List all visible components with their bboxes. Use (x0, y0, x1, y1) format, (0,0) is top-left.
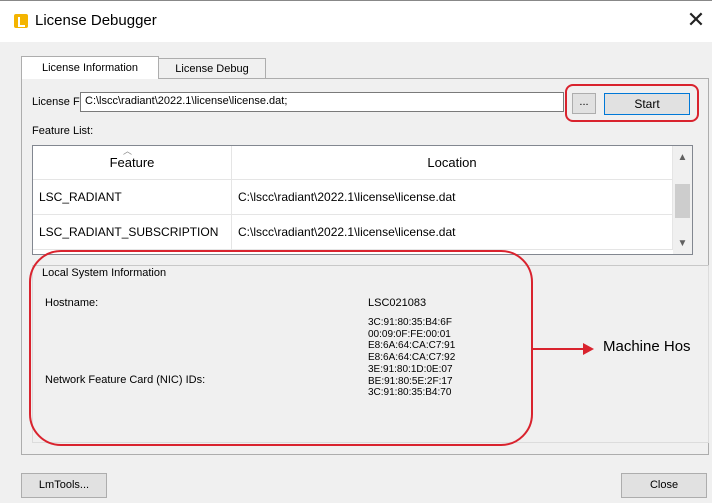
feature-list: ︿ Feature Location LSC_RADIANT C:\lscc\r… (32, 145, 693, 255)
annotation-text: Machine Hos (603, 338, 691, 355)
close-icon[interactable]: ✕ (684, 9, 708, 33)
column-header-label: Location (427, 155, 477, 170)
title-bar: License Debugger ✕ (0, 0, 712, 42)
scrollbar-thumb[interactable] (675, 184, 690, 218)
tab-license-information[interactable]: License Information (21, 56, 159, 79)
table-row[interactable]: LSC_RADIANT C:\lscc\radiant\2022.1\licen… (33, 180, 673, 215)
license-file-input[interactable]: C:\lscc\radiant\2022.1\license\license.d… (80, 92, 564, 112)
close-button[interactable]: Close (621, 473, 707, 498)
arrow-right-icon (583, 343, 594, 355)
sort-ascending-icon: ︿ (123, 146, 133, 156)
tab-license-debug[interactable]: License Debug (158, 58, 266, 79)
app-icon (14, 14, 28, 28)
location-cell: C:\lscc\radiant\2022.1\license\license.d… (232, 180, 673, 215)
annotation-highlight-ellipse (29, 250, 533, 446)
vertical-scrollbar[interactable]: ▲ ▼ (673, 146, 692, 254)
feature-list-label: Feature List: (32, 125, 94, 137)
license-debugger-window: License Debugger ✕ License Information L… (0, 0, 712, 503)
annotation-arrow-line (532, 348, 587, 350)
table-row[interactable]: LSC_RADIANT_SUBSCRIPTION C:\lscc\radiant… (33, 215, 673, 250)
column-header-feature[interactable]: ︿ Feature (33, 146, 232, 180)
location-cell: C:\lscc\radiant\2022.1\license\license.d… (232, 215, 673, 250)
column-header-label: Feature (109, 155, 155, 170)
top-border (0, 0, 712, 1)
scroll-up-icon[interactable]: ▲ (673, 149, 692, 166)
window-title: License Debugger (35, 12, 157, 29)
column-header-location[interactable]: Location (232, 146, 673, 180)
feature-cell: LSC_RADIANT_SUBSCRIPTION (33, 215, 232, 250)
scroll-down-icon[interactable]: ▼ (673, 235, 692, 252)
lmtools-button[interactable]: LmTools... (21, 473, 107, 498)
feature-cell: LSC_RADIANT (33, 180, 232, 215)
annotation-highlight-box (565, 84, 699, 122)
